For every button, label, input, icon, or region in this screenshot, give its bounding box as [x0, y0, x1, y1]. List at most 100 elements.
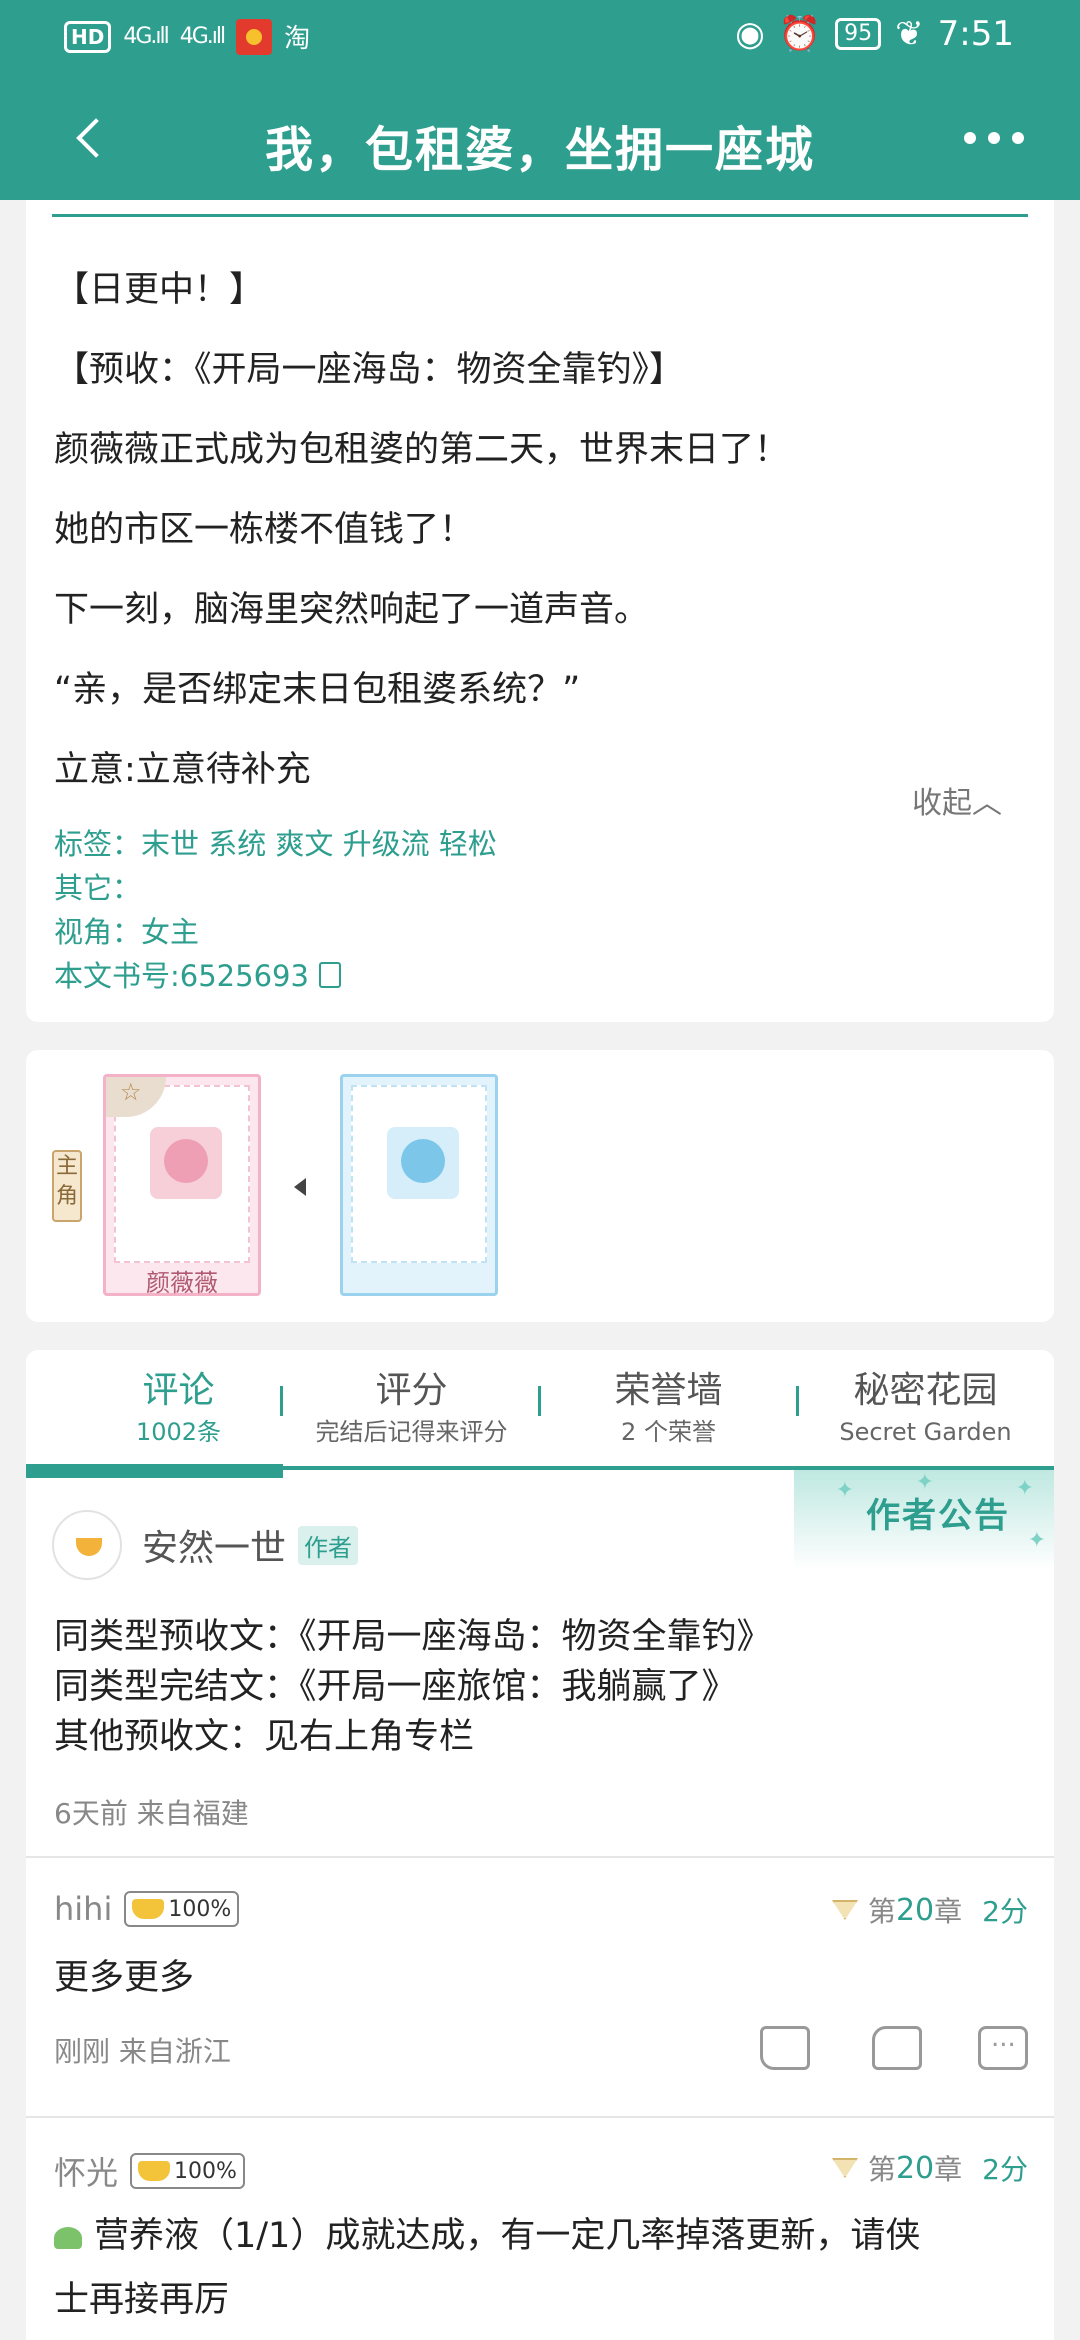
character-card-1[interactable]: ☆ 颜薇薇	[103, 1074, 261, 1297]
book-id-row: 本文书号:6525693	[54, 954, 497, 998]
synopsis-line: 颜薇薇正式成为包租婆的第二天，世界末日了！	[54, 430, 790, 470]
like-icon[interactable]	[760, 2026, 810, 2070]
comment-meta: 刚刚 来自浙江	[54, 2035, 231, 2068]
user-badge: 100%	[124, 1891, 240, 1927]
author-badge: 作者	[298, 1525, 359, 1565]
synopsis-line: 【日更中！】	[54, 270, 265, 310]
eye-icon: ◉	[735, 14, 765, 54]
notice-line: 同类型完结文：《开局一座旅馆：我躺赢了》	[54, 1667, 737, 1707]
comment-chapter: 第 20 章 2分	[831, 1890, 1028, 1930]
red-packet-icon	[236, 18, 273, 55]
tab-sub: 2 个荣誉	[621, 1418, 716, 1446]
character-name: 颜薇薇	[146, 1269, 218, 1297]
signal-icon: 4G.ıll	[123, 24, 169, 49]
chapter-suffix: 章	[934, 1895, 963, 1928]
status-bar: HD 4G.ıll 4G.ıll 淘 ◉ ⏰ 95 ❦ 7:51	[0, 0, 1080, 72]
clock-time: 7:51	[937, 14, 1014, 54]
sparkle-icon: ✦	[835, 1478, 854, 1503]
character-avatar-icon	[150, 1127, 222, 1199]
tab-bar: 评论 1002条 评分 完结后记得来评分 荣誉墙 2 个荣誉 秘密花园 Secr…	[26, 1350, 1054, 1478]
synopsis-line: 【预收：《开局一座海岛：物资全靠钓》】	[54, 350, 685, 390]
notice-title: 作者公告	[866, 1496, 1010, 1536]
sparkle-icon: ✦	[1015, 1476, 1034, 1501]
badge-value: 100%	[168, 1896, 232, 1922]
status-right: ◉ ⏰ 95 ❦ 7:51	[735, 14, 1014, 54]
comment-text: 营养液（1/1）成就达成，有一定几率掉落更新，请侠 士再接再厉	[54, 2204, 920, 2332]
synopsis-line: “亲，是否绑定末日包租婆系统？”	[54, 670, 581, 710]
protagonist-tag: 主角	[52, 1150, 82, 1222]
tab-secret-garden[interactable]: 秘密花园 Secret Garden	[797, 1366, 1054, 1448]
sparkle-icon: ✦	[1027, 1528, 1046, 1553]
diamond-icon	[831, 1900, 858, 1920]
copy-icon[interactable]	[318, 962, 341, 988]
character-card-2[interactable]	[340, 1074, 498, 1296]
character-avatar-icon	[387, 1127, 459, 1199]
comment-text: 更多更多	[54, 1958, 195, 1998]
chapter-suffix: 章	[934, 2153, 963, 2186]
comment-user: hihi 100%	[54, 1890, 240, 1928]
comments-card: 评论 1002条 评分 完结后记得来评分 荣誉墙 2 个荣誉 秘密花园 Secr…	[26, 1350, 1054, 2340]
dislike-icon[interactable]	[872, 2026, 922, 2070]
comment-text-line: 士再接再厉	[54, 2280, 230, 2320]
tab-sub: 完结后记得来评分	[315, 1418, 508, 1446]
user-name[interactable]: hihi	[54, 1890, 112, 1928]
synopsis-line: 她的市区一栋楼不值钱了！	[54, 510, 475, 550]
tags-label[interactable]: 标签：末世 系统 爽文 升级流 轻松	[54, 822, 497, 866]
taobao-icon: 淘	[284, 24, 311, 54]
tab-title: 秘密花园	[853, 1370, 998, 1411]
sprout-icon	[54, 2227, 82, 2249]
hd-icon: HD	[64, 20, 112, 53]
avatar[interactable]	[52, 1510, 122, 1580]
notice-content: 同类型预收文：《开局一座海岛：物资全靠钓》 同类型完结文：《开局一座旅馆：我躺赢…	[54, 1612, 772, 1762]
author-name[interactable]: 安然一世	[142, 1519, 286, 1571]
tab-sub: Secret Garden	[839, 1418, 1012, 1446]
notice-line: 同类型预收文：《开局一座海岛：物资全靠钓》	[54, 1617, 772, 1657]
user-name[interactable]: 怀光	[54, 2148, 118, 2194]
status-left: HD 4G.ıll 4G.ıll 淘	[64, 18, 310, 55]
book-id: 本文书号:6525693	[54, 959, 309, 993]
chapter-prefix: 第	[867, 2153, 896, 2186]
battery-icon: 95	[835, 18, 882, 50]
comment-score: 2分	[982, 1895, 1028, 1928]
pov-label: 视角：女主	[54, 915, 200, 949]
tab-comments[interactable]: 评论 1002条	[50, 1366, 307, 1448]
tab-title: 评论	[142, 1370, 215, 1411]
synopsis-line: 立意:立意待补充	[54, 750, 311, 790]
book-meta: 标签：末世 系统 爽文 升级流 轻松 其它： 视角：女主 本文书号:652569…	[54, 822, 497, 998]
more-icon[interactable]	[964, 132, 1024, 148]
tab-title: 评分	[375, 1370, 448, 1411]
comment-user: 怀光 100%	[54, 2148, 245, 2194]
diamond-icon	[831, 2158, 858, 2178]
app-header: HD 4G.ıll 4G.ıll 淘 ◉ ⏰ 95 ❦ 7:51 我，包租婆，坐…	[0, 0, 1080, 200]
other-label: 其它：	[54, 871, 142, 905]
user-badge: 100%	[130, 2153, 245, 2189]
tab-sub: 1002条	[135, 1418, 222, 1446]
notice-meta: 6天前 来自福建	[54, 1797, 249, 1830]
reply-icon[interactable]	[978, 2023, 1028, 2070]
tab-honor-wall[interactable]: 荣誉墙 2 个荣誉	[540, 1366, 797, 1448]
comment-score: 2分	[982, 2153, 1028, 2186]
synopsis-card: 【日更中！】 【预收：《开局一座海岛：物资全靠钓》】 颜薇薇正式成为包租婆的第二…	[26, 200, 1054, 1022]
ingot-icon	[138, 2161, 171, 2181]
chapter-number: 20	[895, 2150, 935, 2186]
title-bar: 我，包租婆，坐拥一座城	[0, 92, 1080, 188]
tab-rating[interactable]: 评分 完结后记得来评分	[283, 1366, 540, 1448]
signal-icon: 4G.ıll	[179, 24, 226, 49]
divider	[52, 214, 1028, 217]
collapse-button[interactable]: 收起︿	[912, 778, 1002, 822]
characters-card: 主角 ☆ 颜薇薇	[26, 1050, 1054, 1322]
notice-line: 其他预收文：见右上角专栏	[54, 1717, 475, 1757]
synopsis-text: 【日更中！】 【预收：《开局一座海岛：物资全靠钓》】 颜薇薇正式成为包租婆的第二…	[54, 250, 1034, 810]
divider	[26, 2116, 1054, 2118]
divider	[26, 1856, 1054, 1858]
tab-active-indicator	[26, 1464, 283, 1478]
comment-chapter: 第 20 章 2分	[831, 2148, 1028, 2188]
chapter-prefix: 第	[867, 1895, 896, 1928]
comment-text-line: 营养液（1/1）成就达成，有一定几率掉落更新，请侠	[94, 2216, 921, 2256]
chapter-number: 20	[895, 1892, 935, 1928]
badge-value: 100%	[174, 2158, 237, 2184]
alarm-icon: ⏰	[778, 14, 822, 54]
synopsis-line: 下一刻，脑海里突然响起了一道声音。	[54, 590, 650, 630]
tab-title: 荣誉墙	[614, 1370, 723, 1411]
author-row: 安然一世 作者	[52, 1510, 359, 1580]
